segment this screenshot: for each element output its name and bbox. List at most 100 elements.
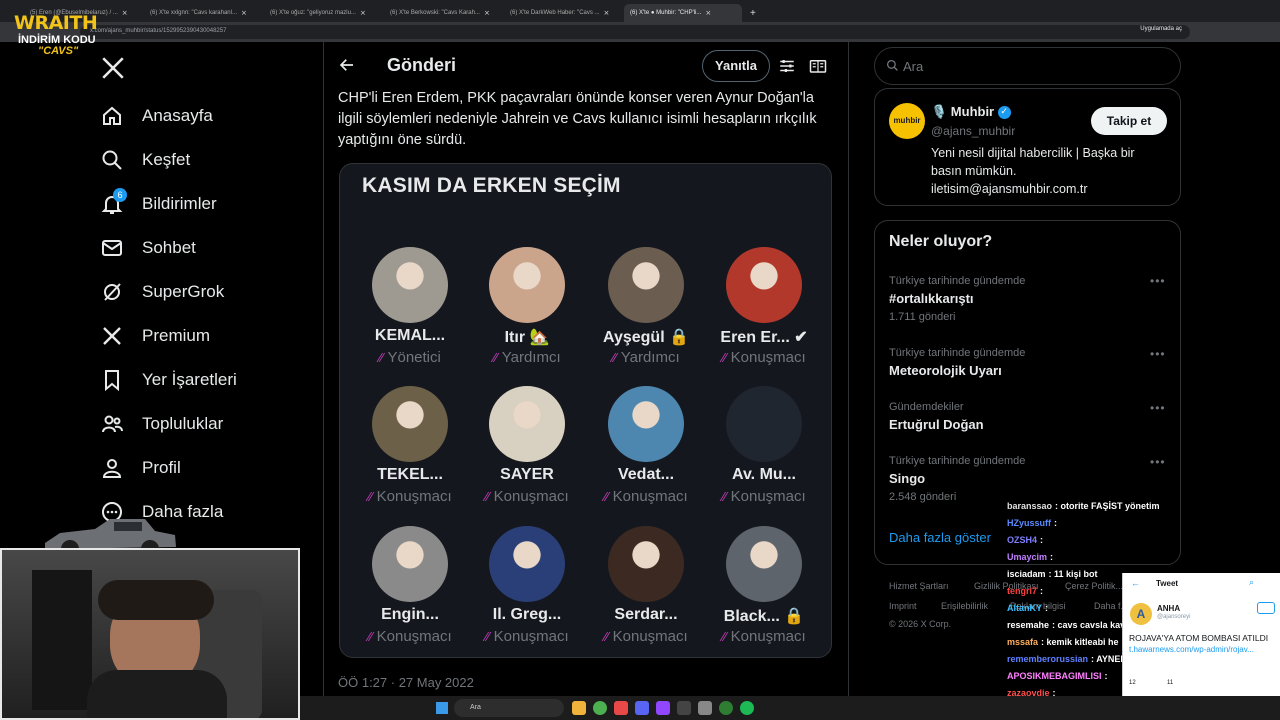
profile-bio: Yeni nesil dijital habercilik | Başka bi… (931, 146, 1135, 196)
trend-name[interactable]: Ertuğrul Doğan (889, 417, 984, 432)
chat-message: Umaycim: (1007, 552, 1053, 562)
chrome-icon[interactable] (593, 701, 607, 715)
participant-avatar[interactable] (726, 386, 802, 462)
chat-username[interactable]: resemahe (1007, 620, 1049, 630)
browser-tab[interactable]: (6) X'te oğuz: "geliyoruz mazlu... × (264, 4, 382, 22)
nav-profile[interactable]: Profil (100, 456, 181, 480)
more-options-icon[interactable]: ••• (1150, 455, 1166, 469)
browser-tab[interactable]: (6) X'te DarkWeb Haber: "Cavs ... × (504, 4, 622, 22)
chat-username[interactable]: tengri7 (1007, 586, 1037, 596)
avatar[interactable]: A (1130, 603, 1152, 625)
close-icon[interactable]: × (360, 9, 366, 17)
chat-username[interactable]: Umaycim (1007, 552, 1047, 562)
participant-role: ⁄⁄ Konuşmacı (485, 628, 569, 645)
x-logo-icon[interactable] (100, 55, 126, 86)
nav-home[interactable]: Anasayfa (100, 104, 213, 128)
footer-link[interactable]: Imprint (889, 601, 917, 611)
spaces-card[interactable]: KASIM DA ERKEN SEÇİM KEMAL... ⁄⁄ Yönetici I… (339, 163, 832, 658)
app-icon[interactable] (719, 701, 733, 715)
profile-name[interactable]: 🎙️ Muhbir ✓ (931, 104, 1011, 120)
windows-start-icon[interactable] (436, 702, 448, 714)
taskbar: Ara (300, 696, 1280, 720)
open-in-app-button[interactable]: Uygulamada aç (1140, 26, 1182, 32)
nav-bookmarks[interactable]: Yer İşaretleri (100, 368, 237, 392)
chat-username[interactable]: rememberorussian (1007, 654, 1088, 664)
mini-tweet-handle: @ajansoreyi (1157, 614, 1191, 620)
participant-avatar[interactable] (372, 247, 448, 323)
participant-avatar[interactable] (372, 526, 448, 602)
new-tab-button[interactable]: + (744, 4, 764, 22)
participant-avatar[interactable] (489, 526, 565, 602)
chat-username[interactable]: isciadam (1007, 569, 1046, 579)
browser-tab-bar: (5) Eren (@Ebuselmibelaruz) / ... × (6) X… (0, 0, 1280, 22)
file-explorer-icon[interactable] (572, 701, 586, 715)
nav-messages[interactable]: Sohbet (100, 236, 196, 260)
close-icon[interactable]: × (241, 9, 247, 17)
more-options-icon[interactable]: ••• (1150, 274, 1166, 288)
app-icon[interactable] (698, 701, 712, 715)
nav-communities[interactable]: Topluluklar (100, 412, 223, 436)
sliders-icon[interactable] (778, 57, 796, 80)
participant-name: Ayşegül 🔒 (602, 329, 689, 346)
url-input[interactable]: x.com/ajans_muhbir/status/15299523904300… (80, 25, 1190, 39)
chat-username[interactable]: HZyussuff (1007, 518, 1051, 528)
trend-name[interactable]: #ortalıkkarıştı (889, 291, 974, 306)
steam-icon[interactable] (677, 701, 691, 715)
chat-username[interactable]: APOSIKMEBAGIMLISI (1007, 671, 1102, 681)
trend-context: Gündemdekiler (889, 401, 964, 413)
show-more-link[interactable]: Daha fazla göster (889, 530, 991, 545)
close-icon[interactable]: × (484, 9, 490, 17)
back-arrow-icon[interactable] (338, 56, 356, 79)
footer-link[interactable]: Hizmet Şartları (889, 581, 949, 591)
mini-tweet-text: ROJAVA'YA ATOM BOMBASI ATILDI (1129, 633, 1269, 643)
participant-avatar[interactable] (489, 247, 565, 323)
search-input[interactable]: Ara (874, 47, 1181, 85)
reader-mode-icon[interactable] (809, 57, 827, 80)
discord-icon[interactable] (635, 701, 649, 715)
avatar[interactable]: muhbir (889, 103, 925, 139)
nav-supergrok[interactable]: SuperGrok (100, 280, 224, 304)
browser-tab[interactable]: (6) X'te xxlgnn: "Cavs karahanl... × (144, 4, 262, 22)
chat-username[interactable]: OZSH4 (1007, 535, 1037, 545)
participant-avatar[interactable] (726, 247, 802, 323)
close-icon[interactable]: × (604, 9, 610, 17)
twitch-icon[interactable] (656, 701, 670, 715)
chat-username[interactable]: baranssao (1007, 501, 1052, 511)
trend-name[interactable]: Singo (889, 471, 925, 486)
chat-username[interactable]: AltanKY (1007, 603, 1042, 613)
footer-link[interactable]: Erişilebilirlik (941, 601, 988, 611)
chat-username[interactable]: mssafa (1007, 637, 1038, 647)
mail-icon (102, 240, 122, 256)
participant-avatar[interactable] (608, 526, 684, 602)
trend-name[interactable]: Meteorolojik Uyarı (889, 363, 1002, 378)
reply-button[interactable]: Yanıtla (702, 50, 770, 82)
browser-tab[interactable]: (6) X'te Berkowski: "Cavs Karah... × (384, 4, 502, 22)
mini-tweet-link[interactable]: t.hawarnews.com/wp-admin/rojav... (1129, 645, 1254, 654)
browser-tab-active[interactable]: (6) X'te ● Muhbir: "CHP'li... × (624, 4, 742, 22)
participant-avatar[interactable] (608, 386, 684, 462)
close-icon[interactable]: × (122, 9, 128, 17)
chat-text: : (1040, 535, 1044, 545)
app-icon[interactable] (614, 701, 628, 715)
participant-role: ⁄⁄ Yardımcı (612, 349, 680, 366)
more-options-icon[interactable]: ••• (1150, 401, 1166, 415)
back-arrow-icon[interactable]: ← (1131, 578, 1140, 588)
nav-premium[interactable]: Premium (100, 324, 210, 348)
follow-icon[interactable] (1257, 602, 1275, 614)
card-title: KASIM DA ERKEN SEÇİM (362, 174, 621, 197)
spotify-icon[interactable] (740, 701, 754, 715)
more-options-icon[interactable]: ••• (1150, 347, 1166, 361)
nav-explore[interactable]: Keşfet (100, 148, 190, 172)
trend-context: Türkiye tarihinde gündemde (889, 455, 1026, 467)
taskbar-search-input[interactable]: Ara (454, 699, 564, 717)
participant-avatar[interactable] (489, 386, 565, 462)
participant-avatar[interactable] (608, 247, 684, 323)
search-icon[interactable]: ⌕ (1249, 577, 1254, 588)
mini-tweet-name: ANHA (1157, 604, 1181, 613)
follow-button[interactable]: Takip et (1091, 107, 1167, 135)
close-icon[interactable]: × (705, 9, 711, 17)
participant-avatar[interactable] (372, 386, 448, 462)
participant-avatar[interactable] (726, 526, 802, 602)
chat-text: : 11 kişi bot (1048, 569, 1098, 579)
footer-link[interactable]: Çerez Politik... (1065, 581, 1123, 591)
